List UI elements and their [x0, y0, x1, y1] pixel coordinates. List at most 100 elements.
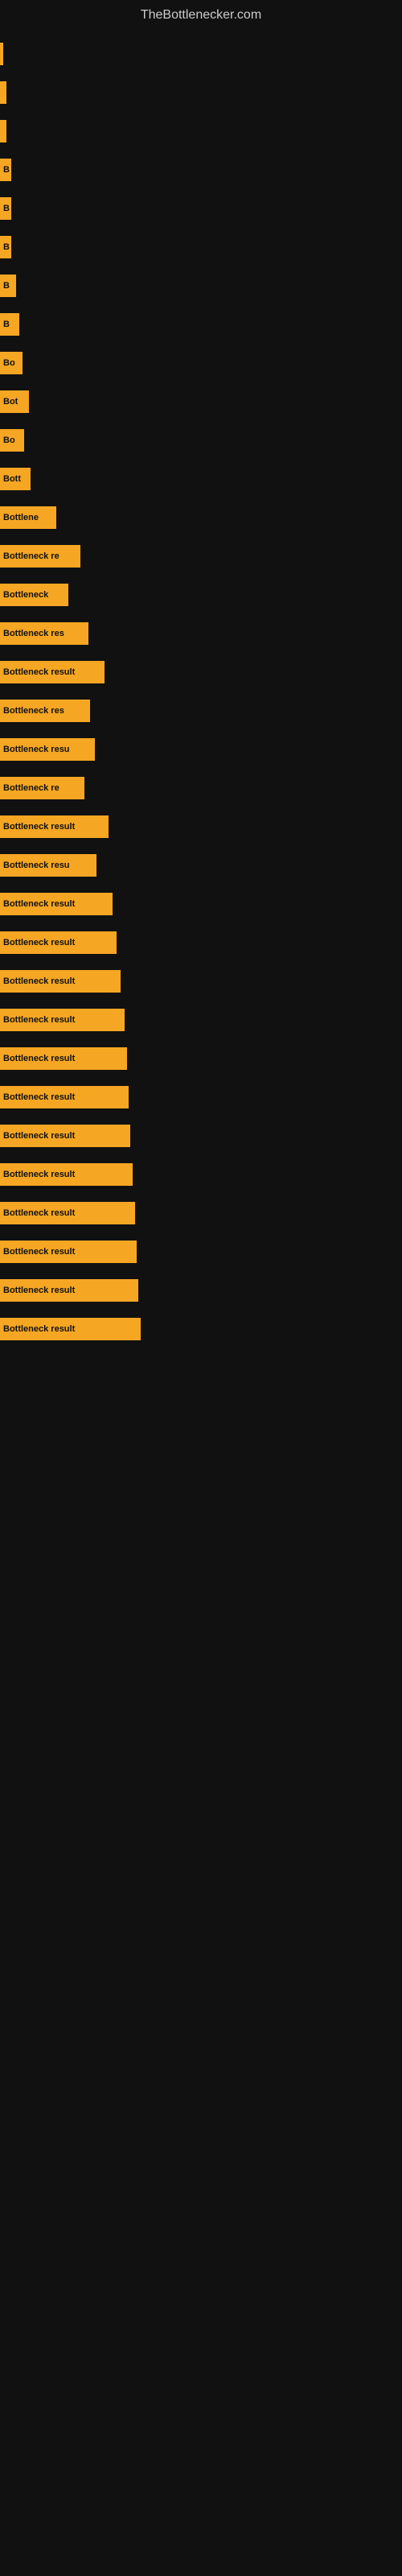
bar-7: B [0, 313, 19, 336]
bar-label-10: Bo [3, 436, 15, 445]
bar-label-17: Bottleneck res [3, 706, 64, 716]
bar-21: Bottleneck resu [0, 854, 96, 877]
bar-label-30: Bottleneck result [3, 1208, 75, 1218]
bar-label-23: Bottleneck result [3, 938, 75, 947]
bar-label-19: Bottleneck re [3, 783, 59, 793]
bar-label-13: Bottleneck re [3, 551, 59, 561]
bar-17: Bottleneck res [0, 700, 90, 722]
bar-14: Bottleneck [0, 584, 68, 606]
bar-row: Bot [0, 387, 402, 416]
bar-row: Bottleneck resu [0, 851, 402, 880]
bar-22: Bottleneck result [0, 893, 113, 915]
bar-label-26: Bottleneck result [3, 1054, 75, 1063]
bar-5: B [0, 236, 11, 258]
bar-20: Bottleneck result [0, 815, 109, 838]
bar-25: Bottleneck result [0, 1009, 125, 1031]
bar-row: Bottleneck [0, 580, 402, 609]
bar-label-4: B [3, 204, 10, 213]
bar-row: Bottleneck result [0, 1237, 402, 1266]
bar-label-33: Bottleneck result [3, 1324, 75, 1334]
bar-label-14: Bottleneck [3, 590, 48, 600]
bar-13: Bottleneck re [0, 545, 80, 568]
bar-label-15: Bottleneck res [3, 629, 64, 638]
bar-row: B [0, 233, 402, 262]
bar-label-20: Bottleneck result [3, 822, 75, 832]
bar-0 [0, 43, 3, 65]
bar-label-5: B [3, 242, 10, 252]
bar-row: Bottleneck resu [0, 735, 402, 764]
bar-row: Bottleneck result [0, 658, 402, 687]
bar-28: Bottleneck result [0, 1125, 130, 1147]
bar-row: Bottleneck result [0, 1315, 402, 1344]
site-title: TheBottlenecker.com [0, 0, 402, 27]
bar-row: Bottleneck result [0, 1005, 402, 1034]
bar-row: B [0, 155, 402, 184]
bar-32: Bottleneck result [0, 1279, 138, 1302]
bar-row: Bottleneck re [0, 774, 402, 803]
bar-row: Bottleneck result [0, 1083, 402, 1112]
bar-11: Bott [0, 468, 31, 490]
bar-row [0, 39, 402, 68]
bar-label-18: Bottleneck resu [3, 745, 70, 754]
bar-3: B [0, 159, 11, 181]
bar-row: Bo [0, 426, 402, 455]
bar-label-16: Bottleneck result [3, 667, 75, 677]
bar-row: Bottleneck res [0, 696, 402, 725]
bar-31: Bottleneck result [0, 1241, 137, 1263]
bar-row [0, 78, 402, 107]
bar-row: Bottleneck result [0, 1121, 402, 1150]
bar-12: Bottlene [0, 506, 56, 529]
bar-row: Bottleneck result [0, 890, 402, 919]
bar-4: B [0, 197, 11, 220]
bar-label-27: Bottleneck result [3, 1092, 75, 1102]
bar-row: Bottleneck result [0, 1199, 402, 1228]
bar-label-8: Bo [3, 358, 15, 368]
bar-label-31: Bottleneck result [3, 1247, 75, 1257]
bar-24: Bottleneck result [0, 970, 121, 993]
bar-23: Bottleneck result [0, 931, 117, 954]
bar-label-24: Bottleneck result [3, 976, 75, 986]
bar-label-9: Bot [3, 397, 18, 407]
bar-row: B [0, 194, 402, 223]
bar-19: Bottleneck re [0, 777, 84, 799]
bar-label-21: Bottleneck resu [3, 861, 70, 870]
bar-label-11: Bott [3, 474, 21, 484]
bar-row: Bottleneck result [0, 1276, 402, 1305]
bar-1 [0, 81, 6, 104]
bar-label-32: Bottleneck result [3, 1286, 75, 1295]
bar-18: Bottleneck resu [0, 738, 95, 761]
bar-label-3: B [3, 165, 10, 175]
bar-6: B [0, 275, 16, 297]
bar-row: Bottleneck result [0, 1160, 402, 1189]
bar-label-12: Bottlene [3, 513, 39, 522]
bar-29: Bottleneck result [0, 1163, 133, 1186]
bar-2 [0, 120, 6, 142]
bar-16: Bottleneck result [0, 661, 105, 683]
bar-33: Bottleneck result [0, 1318, 141, 1340]
bar-8: Bo [0, 352, 23, 374]
bar-label-25: Bottleneck result [3, 1015, 75, 1025]
bar-label-29: Bottleneck result [3, 1170, 75, 1179]
bar-row: Bottleneck result [0, 1044, 402, 1073]
bar-row: B [0, 271, 402, 300]
bar-30: Bottleneck result [0, 1202, 135, 1224]
bar-row: Bottleneck result [0, 812, 402, 841]
bar-row: B [0, 310, 402, 339]
bar-label-7: B [3, 320, 10, 329]
bar-label-6: B [3, 281, 10, 291]
bar-row: Bo [0, 349, 402, 378]
bar-10: Bo [0, 429, 24, 452]
bar-row [0, 117, 402, 146]
bar-row: Bottleneck result [0, 928, 402, 957]
bar-label-28: Bottleneck result [3, 1131, 75, 1141]
bar-row: Bottlene [0, 503, 402, 532]
bar-row: Bottleneck result [0, 967, 402, 996]
bar-row: Bott [0, 464, 402, 493]
bars-container: B B B B B Bo Bot Bo Bott Bottlene Bottleneck re Bot… [0, 27, 402, 1356]
bar-15: Bottleneck res [0, 622, 88, 645]
bar-9: Bot [0, 390, 29, 413]
bar-27: Bottleneck result [0, 1086, 129, 1108]
bar-label-22: Bottleneck result [3, 899, 75, 909]
bar-26: Bottleneck result [0, 1047, 127, 1070]
bar-row: Bottleneck res [0, 619, 402, 648]
